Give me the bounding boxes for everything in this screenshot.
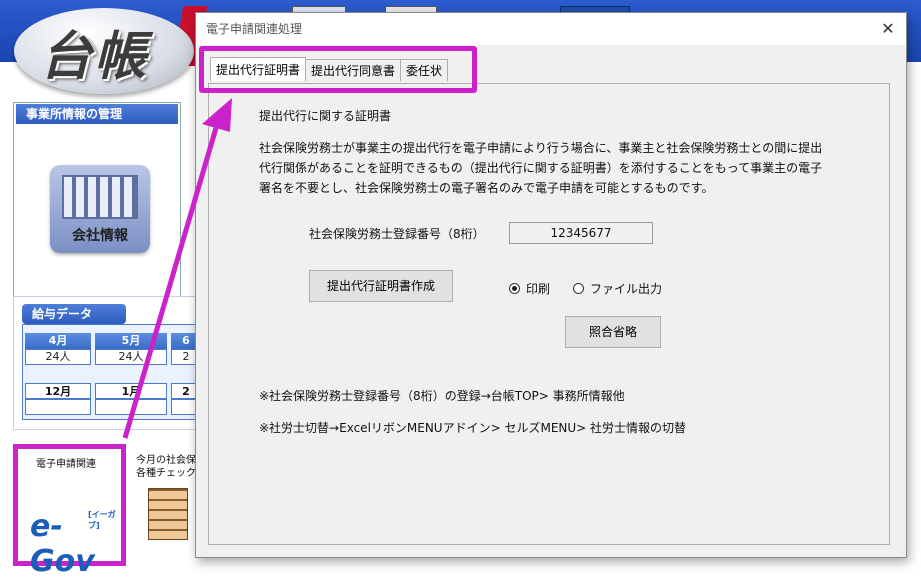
- salary-count-cell: [25, 399, 91, 415]
- description-line: 署名を不要とし、社会保険労務士の電子署名のみで電子申請を可能とするものです。: [259, 181, 714, 195]
- close-icon[interactable]: ✕: [878, 19, 898, 39]
- egov-tile[interactable]: 電子申請関連 e-Gov [イーガブ]: [13, 444, 126, 579]
- boxes-icon: [148, 488, 188, 540]
- reg-number-label: 社会保険労務士登録番号（8桁）: [309, 227, 485, 241]
- radio-file-output[interactable]: [573, 283, 584, 294]
- office-info-panel-title: 事業所情報の管理: [16, 104, 178, 124]
- building-icon: [62, 175, 138, 219]
- salary-month-header[interactable]: 12月: [25, 383, 91, 399]
- company-info-label: 会社情報: [72, 228, 128, 244]
- salary-count-cell: 24人: [25, 349, 91, 365]
- monthly-check-label: 今月の社会保 各種チェック: [130, 448, 200, 480]
- e-application-dialog: 電子申請関連処理 ✕ 提出代行証明書 提出代行同意書 委任状 提出代行に関する証…: [195, 12, 907, 558]
- egov-tile-label: 電子申請関連: [36, 459, 96, 470]
- print-option[interactable]: 印刷: [509, 280, 550, 297]
- app-logo-text: 台帳: [40, 27, 149, 87]
- create-certificate-button[interactable]: 提出代行証明書作成: [309, 270, 453, 302]
- section-heading: 提出代行に関する証明書: [259, 109, 392, 123]
- file-output-option[interactable]: ファイル出力: [573, 280, 662, 297]
- skip-check-button[interactable]: 照合省略: [565, 316, 661, 348]
- file-output-option-label: ファイル出力: [590, 282, 663, 296]
- description-line: 社会保険労務士が事業主の提出代行を電子申請により行う場合に、事業主と社会保険労務…: [259, 141, 823, 155]
- radio-print[interactable]: [509, 283, 520, 294]
- salary-month-header[interactable]: 4月: [25, 333, 91, 349]
- salary-count-cell: [95, 399, 167, 415]
- monthly-check-tile[interactable]: 今月の社会保 各種チェック: [130, 448, 200, 560]
- dialog-title: 電子申請関連処理: [196, 13, 906, 45]
- monthly-check-label-line1: 今月の社会保: [136, 455, 196, 466]
- tab-proxy-certificate[interactable]: 提出代行証明書: [210, 57, 307, 81]
- company-info-button[interactable]: 会社情報: [50, 165, 150, 253]
- salary-count-cell: 24人: [95, 349, 167, 365]
- salary-data-title: 給与データ: [22, 304, 126, 324]
- egov-logo-sub: [イーガブ]: [88, 510, 116, 530]
- monthly-check-label-line2: 各種チェック: [136, 468, 196, 479]
- note-switch: ※社労士切替→ExcelリボンMENUアドイン> セルズMENU> 社労士情報の…: [259, 421, 687, 435]
- note-register: ※社会保険労務士登録番号（8桁）の登録→台帳TOP> 事務所情報他: [259, 389, 625, 403]
- salary-month-header[interactable]: 5月: [95, 333, 167, 349]
- reg-number-field[interactable]: 12345677: [509, 222, 653, 244]
- description-line: 代行関係があることを証明できるもの（提出代行に関する証明書）を添付することをもっ…: [259, 161, 823, 175]
- salary-grid: 4月 5月 6 24人 24人 2 12月 1月 2: [22, 324, 202, 420]
- print-option-label: 印刷: [526, 282, 551, 296]
- salary-month-header[interactable]: 1月: [95, 383, 167, 399]
- tab-panel-proxy-certificate: 提出代行に関する証明書 社会保険労務士が事業主の提出代行を電子申請により行う場合…: [208, 83, 890, 545]
